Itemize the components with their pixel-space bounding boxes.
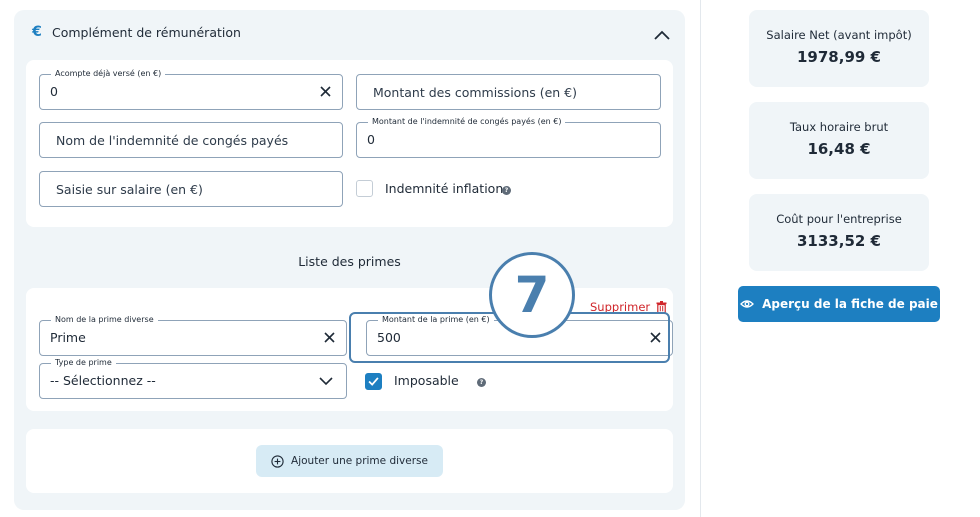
info-icon[interactable]: ? bbox=[477, 378, 486, 387]
primes-section-title: Liste des primes bbox=[298, 254, 401, 269]
payslip-preview-button[interactable]: Aperçu de la fiche de paie bbox=[738, 286, 940, 322]
prime-nom-field[interactable]: Nom de la prime diverse Prime bbox=[39, 314, 347, 356]
remuneration-fields-card: Acompte déjà versé (en €) 0 Montant des … bbox=[26, 60, 673, 227]
step-number-badge: 7 bbox=[489, 252, 575, 338]
employer-cost-card: Coût pour l'entreprise 3133,52 € bbox=[749, 194, 929, 271]
euro-icon: € bbox=[32, 24, 42, 40]
acompte-value: 0 bbox=[50, 84, 58, 99]
chevron-down-icon bbox=[319, 377, 333, 386]
add-prime-label: Ajouter une prime diverse bbox=[291, 455, 428, 467]
info-icon[interactable]: ? bbox=[502, 186, 511, 195]
complement-remuneration-panel: € Complément de rémunération Acompte déj… bbox=[14, 10, 685, 510]
add-prime-button[interactable]: Ajouter une prime diverse bbox=[256, 445, 443, 477]
employer-cost-label: Coût pour l'entreprise bbox=[776, 212, 902, 226]
clear-icon[interactable] bbox=[319, 85, 332, 98]
net-salary-card: Salaire Net (avant impôt) 1978,99 € bbox=[749, 10, 929, 87]
payslip-preview-label: Aperçu de la fiche de paie bbox=[762, 297, 938, 311]
prime-nom-label: Nom de la prime diverse bbox=[51, 314, 158, 326]
saisie-field[interactable]: Saisie sur salaire (en €) bbox=[39, 171, 343, 207]
imposable-label: Imposable bbox=[394, 373, 459, 388]
prime-type-value: -- Sélectionnez -- bbox=[50, 373, 156, 388]
net-salary-label: Salaire Net (avant impôt) bbox=[766, 28, 912, 42]
column-divider bbox=[700, 0, 701, 517]
inflation-checkbox[interactable] bbox=[356, 180, 373, 197]
conges-montant-value: 0 bbox=[367, 132, 375, 147]
conges-montant-label: Montant de l'indemnité de congés payés (… bbox=[368, 116, 566, 128]
plus-circle-icon bbox=[271, 454, 284, 468]
panel-header[interactable]: € Complément de rémunération bbox=[30, 24, 241, 40]
acompte-field[interactable]: Acompte déjà versé (en €) 0 bbox=[39, 68, 343, 110]
checkmark-icon bbox=[368, 377, 379, 386]
hourly-rate-label: Taux horaire brut bbox=[789, 120, 889, 134]
saisie-placeholder: Saisie sur salaire (en €) bbox=[56, 182, 203, 197]
payroll-page: € Complément de rémunération Acompte déj… bbox=[0, 0, 980, 517]
prime-type-select[interactable]: Type de prime -- Sélectionnez -- bbox=[39, 357, 347, 399]
net-salary-value: 1978,99 € bbox=[797, 48, 881, 66]
commissions-field[interactable]: Montant des commissions (en €) bbox=[356, 74, 661, 110]
prime-type-label: Type de prime bbox=[51, 357, 116, 369]
inflation-label: Indemnité inflation bbox=[385, 181, 504, 196]
hourly-rate-card: Taux horaire brut 16,48 € bbox=[749, 102, 929, 179]
conges-nom-field[interactable]: Nom de l'indemnité de congés payés bbox=[39, 122, 343, 158]
imposable-checkbox[interactable] bbox=[365, 373, 382, 390]
clear-icon[interactable] bbox=[323, 331, 336, 344]
eye-icon bbox=[740, 300, 755, 308]
conges-montant-field[interactable]: Montant de l'indemnité de congés payés (… bbox=[356, 116, 661, 158]
conges-nom-placeholder: Nom de l'indemnité de congés payés bbox=[56, 133, 289, 148]
panel-title: Complément de rémunération bbox=[52, 24, 241, 40]
acompte-label: Acompte déjà versé (en €) bbox=[51, 68, 166, 80]
commissions-placeholder: Montant des commissions (en €) bbox=[373, 85, 578, 100]
hourly-rate-value: 16,48 € bbox=[807, 140, 871, 158]
employer-cost-value: 3133,52 € bbox=[797, 232, 881, 250]
chevron-up-icon[interactable] bbox=[654, 30, 670, 40]
prime-nom-value: Prime bbox=[50, 330, 86, 345]
